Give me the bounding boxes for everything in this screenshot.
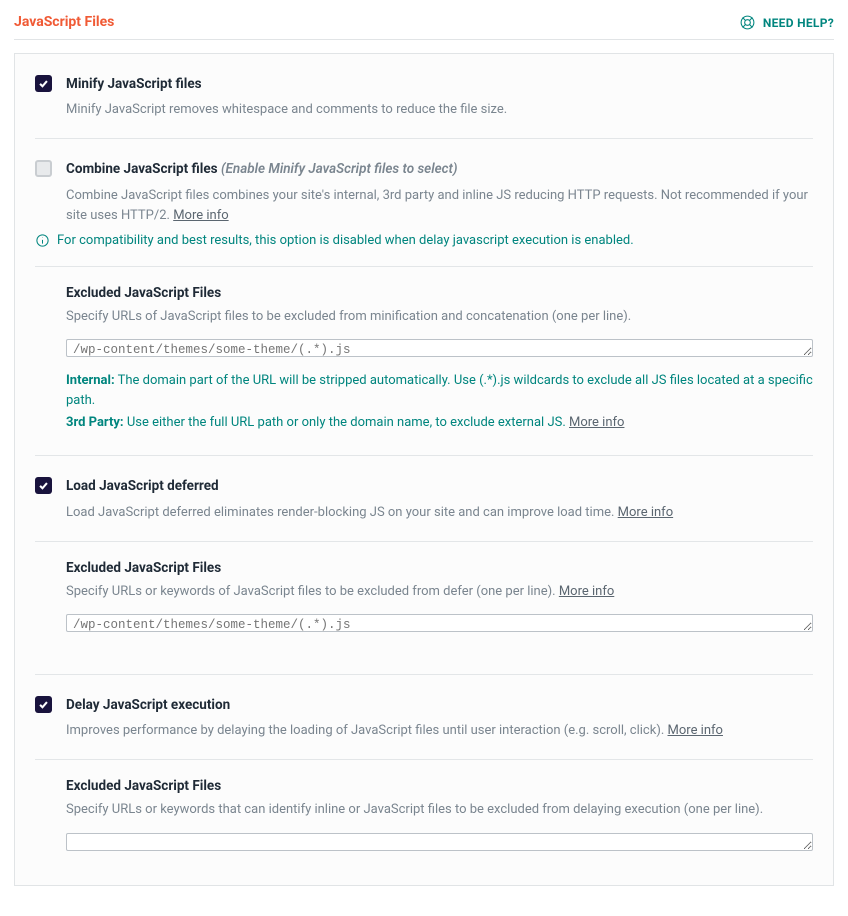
- delay-js-title: Delay JavaScript execution: [66, 695, 813, 715]
- check-icon: [38, 78, 49, 89]
- defer-js-desc: Load JavaScript deferred eliminates rend…: [66, 503, 813, 523]
- check-icon: [38, 699, 49, 710]
- need-help-link[interactable]: NEED HELP?: [739, 14, 834, 31]
- excluded-js-3-title: Excluded JavaScript Files: [66, 778, 813, 794]
- excluded-js-2-textarea[interactable]: [66, 614, 813, 632]
- excluded-js-2-title: Excluded JavaScript Files: [66, 560, 813, 576]
- delay-js-checkbox[interactable]: [35, 696, 52, 713]
- delay-more-info-link[interactable]: More info: [668, 723, 723, 738]
- defer-js-checkbox[interactable]: [35, 477, 52, 494]
- combine-js-desc: Combine JavaScript files combines your s…: [66, 186, 813, 226]
- combine-more-info-link[interactable]: More info: [173, 208, 228, 223]
- info-circle-icon: [35, 233, 50, 248]
- js-files-panel: Minify JavaScript files Minify JavaScrip…: [14, 53, 834, 886]
- excluded-js-2-more-info-link[interactable]: More info: [559, 584, 614, 599]
- excluded-js-1-3rdparty-hint: 3rd Party: Use either the full URL path …: [66, 413, 813, 433]
- defer-more-info-link[interactable]: More info: [618, 505, 673, 520]
- minify-js-checkbox[interactable]: [35, 75, 52, 92]
- minify-js-title: Minify JavaScript files: [66, 74, 813, 94]
- defer-js-title: Load JavaScript deferred: [66, 476, 813, 496]
- excluded-js-1-more-info-link[interactable]: More info: [569, 415, 624, 430]
- lifebuoy-icon: [739, 14, 756, 31]
- combine-compat-note: For compatibility and best results, this…: [35, 233, 813, 248]
- excluded-js-3-textarea[interactable]: [66, 833, 813, 851]
- excluded-js-1-internal-hint: Internal: The domain part of the URL wil…: [66, 371, 813, 411]
- section-title: JavaScript Files: [14, 14, 114, 30]
- combine-js-checkbox[interactable]: [35, 160, 52, 177]
- need-help-label: NEED HELP?: [763, 16, 834, 30]
- excluded-js-1-title: Excluded JavaScript Files: [66, 285, 813, 301]
- excluded-js-2-desc: Specify URLs or keywords of JavaScript f…: [66, 582, 813, 602]
- minify-js-desc: Minify JavaScript removes whitespace and…: [66, 100, 813, 120]
- check-icon: [38, 480, 49, 491]
- excluded-js-1-desc: Specify URLs of JavaScript files to be e…: [66, 307, 813, 327]
- delay-js-desc: Improves performance by delaying the loa…: [66, 721, 813, 741]
- excluded-js-1-textarea[interactable]: [66, 339, 813, 357]
- excluded-js-3-desc: Specify URLs or keywords that can identi…: [66, 800, 813, 820]
- combine-js-title: Combine JavaScript files (Enable Minify …: [66, 159, 813, 179]
